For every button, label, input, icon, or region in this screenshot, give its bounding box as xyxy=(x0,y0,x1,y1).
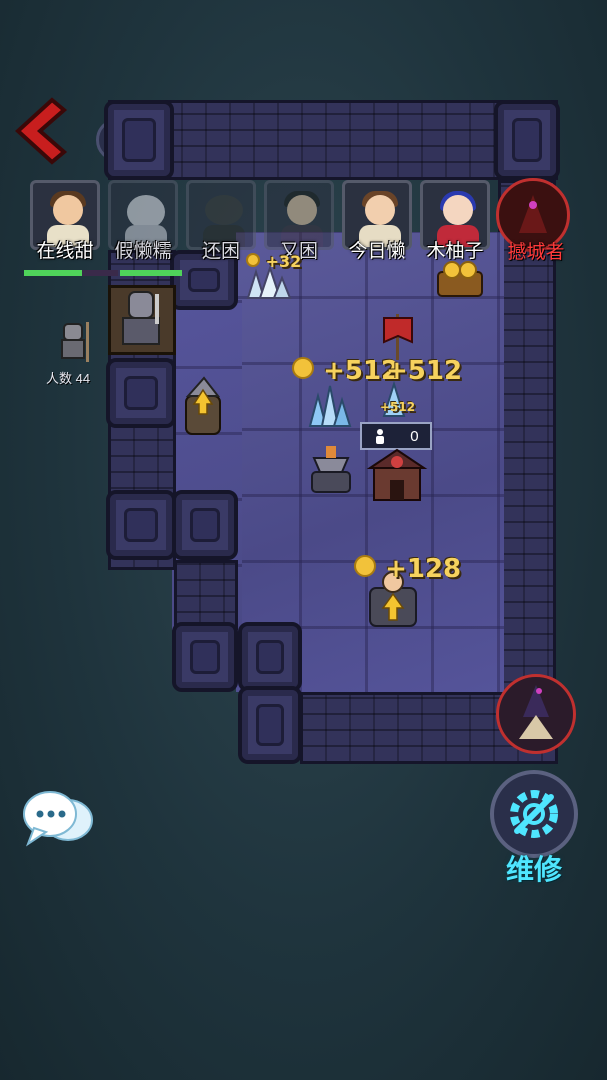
flag-icon xyxy=(383,314,413,360)
cannon-icon xyxy=(185,376,221,435)
gain-label: +128 xyxy=(354,554,461,584)
chat-button[interactable] xyxy=(20,788,96,850)
gold-coin-icon xyxy=(354,555,376,577)
siege-monster-avatar[interactable]: 撼城者 xyxy=(496,178,570,263)
crystal-icon xyxy=(308,385,352,427)
castle-tower xyxy=(172,490,238,560)
gold-coin-icon xyxy=(292,357,314,379)
castle-tower xyxy=(238,686,302,764)
castle-tower xyxy=(494,100,560,180)
castle-west-wall xyxy=(174,560,238,630)
player-name: 今日懒 xyxy=(348,241,406,262)
hp-bar xyxy=(24,270,82,276)
back-arrow-icon xyxy=(15,97,68,165)
hp-bar xyxy=(120,270,182,276)
anvil-icon xyxy=(311,446,351,493)
hp-bar-empty xyxy=(82,270,118,276)
enemy-soldier[interactable] xyxy=(54,320,94,366)
castle-north-wall xyxy=(108,100,558,180)
castle-tower xyxy=(106,358,176,428)
player-avatar-1[interactable]: 在线甜 xyxy=(30,180,100,262)
knight-icon xyxy=(122,291,160,345)
occupant-count: 0 xyxy=(410,427,419,445)
castle-tower xyxy=(106,490,176,560)
back-button[interactable] xyxy=(12,96,68,166)
castle-tower xyxy=(104,100,174,180)
player-avatar-2[interactable]: 假懒糯 xyxy=(108,180,178,262)
wizard-enemy-button[interactable] xyxy=(496,674,576,754)
shop-icon xyxy=(366,448,428,501)
treasure-chest[interactable] xyxy=(432,258,488,300)
player-avatar-6[interactable]: 木柚子 xyxy=(420,180,490,262)
wizard-icon xyxy=(519,685,553,739)
wrench-gear-icon xyxy=(510,790,558,838)
player-avatar-5[interactable]: 今日懒 xyxy=(342,180,412,262)
castle-tower xyxy=(238,622,302,692)
population-label: 人数 44 xyxy=(46,371,91,386)
crystal-mine[interactable] xyxy=(304,380,354,430)
repair-label: 维修 xyxy=(505,854,562,885)
gain-label: +32 xyxy=(246,252,301,271)
gain-value: +32 xyxy=(265,252,302,271)
gain-value: +128 xyxy=(385,554,462,584)
gain-label: +512 xyxy=(380,400,415,414)
siege-label: 撼城者 xyxy=(507,242,565,263)
player-name: 假懒糯 xyxy=(114,241,172,262)
castle-tower xyxy=(172,622,238,692)
shop-building[interactable] xyxy=(366,446,428,502)
upgrade-tower[interactable] xyxy=(178,372,228,438)
player-name: 在线甜 xyxy=(36,241,94,262)
anvil-forge[interactable] xyxy=(306,442,356,496)
person-icon xyxy=(376,429,385,444)
banner-flag xyxy=(380,312,416,360)
soldier-icon xyxy=(61,322,89,362)
repair-button[interactable] xyxy=(490,770,578,858)
treasure-icon xyxy=(437,261,483,297)
player-avatar-3[interactable]: 还困 xyxy=(186,180,256,262)
chat-bubbles-icon xyxy=(23,791,93,847)
castle-gate[interactable] xyxy=(108,285,176,355)
gold-coin-icon xyxy=(246,253,260,267)
player-avatar-4[interactable]: 又困 xyxy=(264,180,334,262)
gain-value: +512 xyxy=(380,400,416,414)
